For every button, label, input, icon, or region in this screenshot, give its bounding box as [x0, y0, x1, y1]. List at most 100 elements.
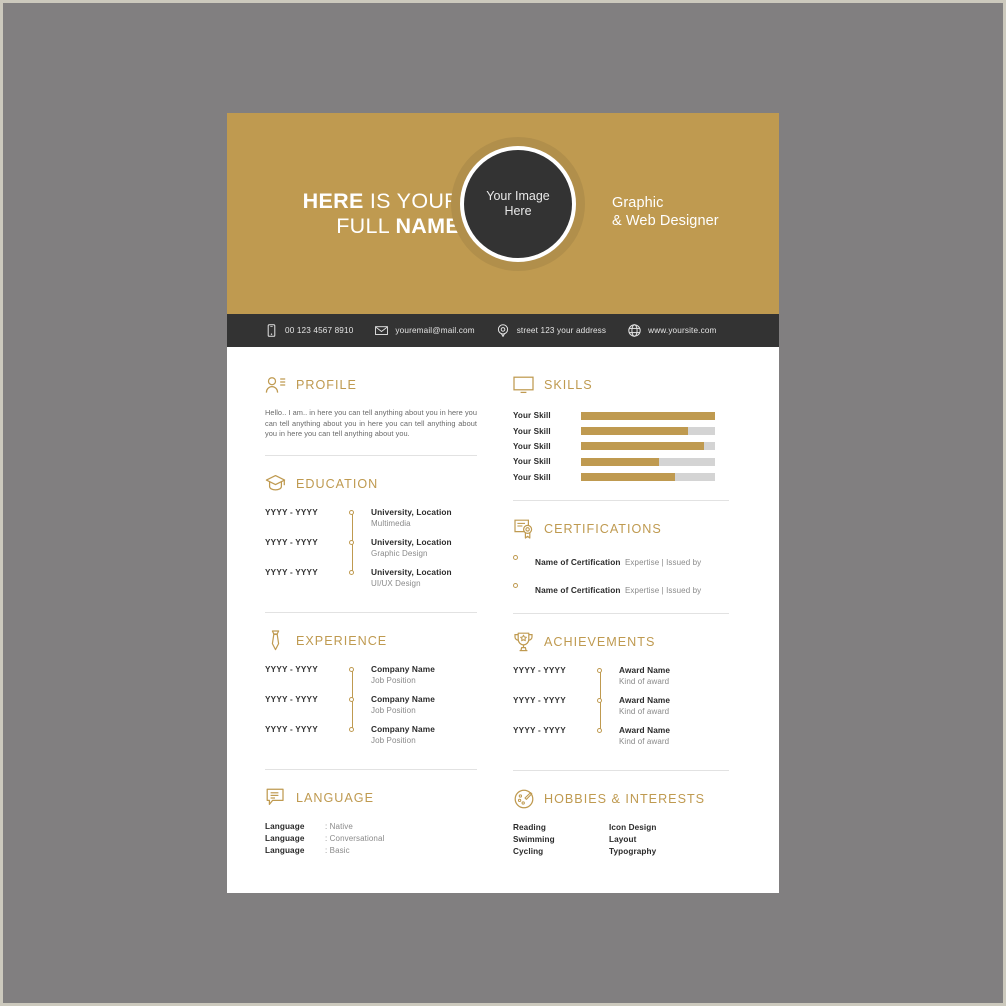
education-detail: University, Location UI/UX Design — [371, 567, 477, 589]
contact-website[interactable]: www.yoursite.com — [628, 324, 716, 337]
contact-website-text: www.yoursite.com — [648, 326, 717, 335]
achievement-kind: Kind of award — [619, 736, 670, 746]
education-item: YYYY - YYYY University, Location Graphic… — [265, 536, 477, 567]
certification-item: Name of Certification Expertise | Issued… — [513, 552, 729, 570]
education-detail: University, Location Graphic Design — [371, 537, 477, 559]
experience-date: YYYY - YYYY — [265, 694, 318, 704]
skill-bar-fill — [581, 457, 659, 466]
timeline-marker — [589, 694, 619, 725]
name-light-second: FULL — [336, 214, 396, 238]
resume-body: PROFILE Hello.. I am.. in here you can t… — [227, 347, 779, 858]
timeline-marker — [341, 693, 371, 724]
timeline-dot — [349, 569, 354, 575]
avatar-photo-placeholder: Your Image Here — [464, 150, 572, 258]
contact-email-text: youremail@mail.com — [395, 326, 475, 335]
divider-experience-language — [265, 768, 477, 770]
timeline-marker — [589, 665, 619, 695]
skill-name: Your Skill — [513, 472, 551, 482]
certification-issuer: Expertise | Issued by — [625, 557, 702, 567]
divider-education-experience — [265, 611, 477, 613]
achievement-detail: Award Name Kind of award — [619, 665, 729, 687]
left-column: PROFILE Hello.. I am.. in here you can t… — [265, 373, 477, 858]
experience-date: YYYY - YYYY — [265, 664, 318, 674]
divider-skills-certifications — [513, 499, 729, 501]
skill-bar-track — [581, 457, 715, 466]
education-date: YYYY - YYYY — [265, 537, 318, 547]
language-item: Language : Native — [265, 821, 477, 833]
certification-name: Name of Certification — [535, 584, 621, 595]
achievement-item: YYYY - YYYY Award Name Kind of award — [513, 665, 729, 695]
timeline-marker — [341, 536, 371, 567]
education-timeline: YYYY - YYYY University, Location Multime… — [265, 507, 477, 597]
timeline-marker — [341, 507, 371, 537]
achievement-date: YYYY - YYYY — [513, 695, 566, 705]
certifications-list: Name of Certification Expertise | Issued… — [513, 552, 729, 598]
skill-item: Your Skill — [513, 439, 729, 454]
divider-profile-education — [265, 454, 477, 456]
section-certifications: CERTIFICATIONS Name of Certification Exp… — [513, 517, 729, 598]
timeline-dot — [597, 667, 602, 673]
divider-achievements-hobbies — [513, 769, 729, 771]
location-pin-icon — [497, 324, 510, 337]
section-language: LANGUAGE Language : Native Language : Co… — [265, 786, 477, 857]
language-title: LANGUAGE — [296, 790, 374, 805]
timeline-marker — [341, 566, 371, 597]
certification-issuer: Expertise | Issued by — [625, 585, 702, 595]
skill-name: Your Skill — [513, 411, 551, 421]
education-institution: University, Location — [371, 506, 452, 517]
hobbies-title: HOBBIES & INTERESTS — [544, 791, 706, 806]
skill-name: Your Skill — [513, 457, 551, 467]
experience-company: Company Name — [371, 663, 435, 674]
experience-detail: Company Name Job Position — [371, 664, 477, 686]
education-heading: EDUCATION — [265, 472, 477, 496]
contact-phone[interactable]: 00 123 4567 8910 — [265, 324, 353, 337]
achievement-date: YYYY - YYYY — [513, 665, 566, 675]
experience-position: Job Position — [371, 705, 416, 715]
language-level: : Conversational — [325, 833, 385, 843]
certification-bullet-icon — [513, 580, 535, 588]
contact-bar: 00 123 4567 8910 youremail@mail.com stre… — [227, 314, 779, 347]
education-field: Multimedia — [371, 518, 411, 528]
skill-bar-track — [581, 473, 715, 482]
timeline-marker — [341, 723, 371, 754]
timeline-dot — [349, 539, 354, 545]
trophy-icon — [513, 631, 534, 652]
skills-title: SKILLS — [544, 378, 593, 392]
hobby-item: Layout — [609, 834, 637, 844]
person-lines-icon — [265, 375, 286, 396]
hobbies-column-1: Reading Swimming Cycling — [513, 822, 609, 858]
skill-bar-fill — [581, 411, 715, 420]
timeline-marker — [341, 664, 371, 694]
certification-detail: Name of Certification Expertise | Issued… — [535, 552, 701, 570]
achievement-date: YYYY - YYYY — [513, 725, 566, 735]
contact-address-text: street 123 your address — [516, 326, 607, 335]
language-level: : Native — [325, 821, 353, 831]
language-item: Language : Conversational — [265, 833, 477, 845]
contact-address[interactable]: street 123 your address — [497, 324, 606, 337]
skill-bar-track — [581, 427, 715, 436]
hobby-item: Typography — [609, 846, 657, 856]
certificate-icon — [513, 518, 534, 539]
hobby-item: Cycling — [513, 846, 544, 856]
achievements-heading: ACHIEVEMENTS — [513, 630, 729, 654]
experience-timeline: YYYY - YYYY Company Name Job Position YY… — [265, 664, 477, 754]
experience-item: YYYY - YYYY Company Name Job Position — [265, 693, 477, 724]
section-achievements: ACHIEVEMENTS YYYY - YYYY Award Name Kind… — [513, 630, 729, 755]
experience-heading: EXPERIENCE — [265, 629, 477, 653]
skills-list: Your Skill Your Skill Your Skill Your Sk… — [513, 408, 729, 485]
experience-position: Job Position — [371, 735, 416, 745]
skill-name: Your Skill — [513, 441, 551, 451]
language-heading: LANGUAGE — [265, 786, 477, 810]
timeline-marker — [589, 724, 619, 755]
timeline-dot — [597, 697, 602, 703]
section-hobbies: HOBBIES & INTERESTS Reading Swimming Cyc… — [513, 787, 729, 858]
globe-icon — [628, 324, 641, 337]
job-title-line2: & Web Designer — [612, 212, 719, 229]
hobby-item: Reading — [513, 822, 546, 832]
contact-email[interactable]: youremail@mail.com — [375, 324, 475, 337]
education-title: EDUCATION — [296, 476, 379, 491]
skill-bar-track — [581, 411, 715, 420]
education-field: Graphic Design — [371, 548, 428, 558]
timeline-line — [352, 669, 354, 694]
profile-heading: PROFILE — [265, 373, 477, 397]
